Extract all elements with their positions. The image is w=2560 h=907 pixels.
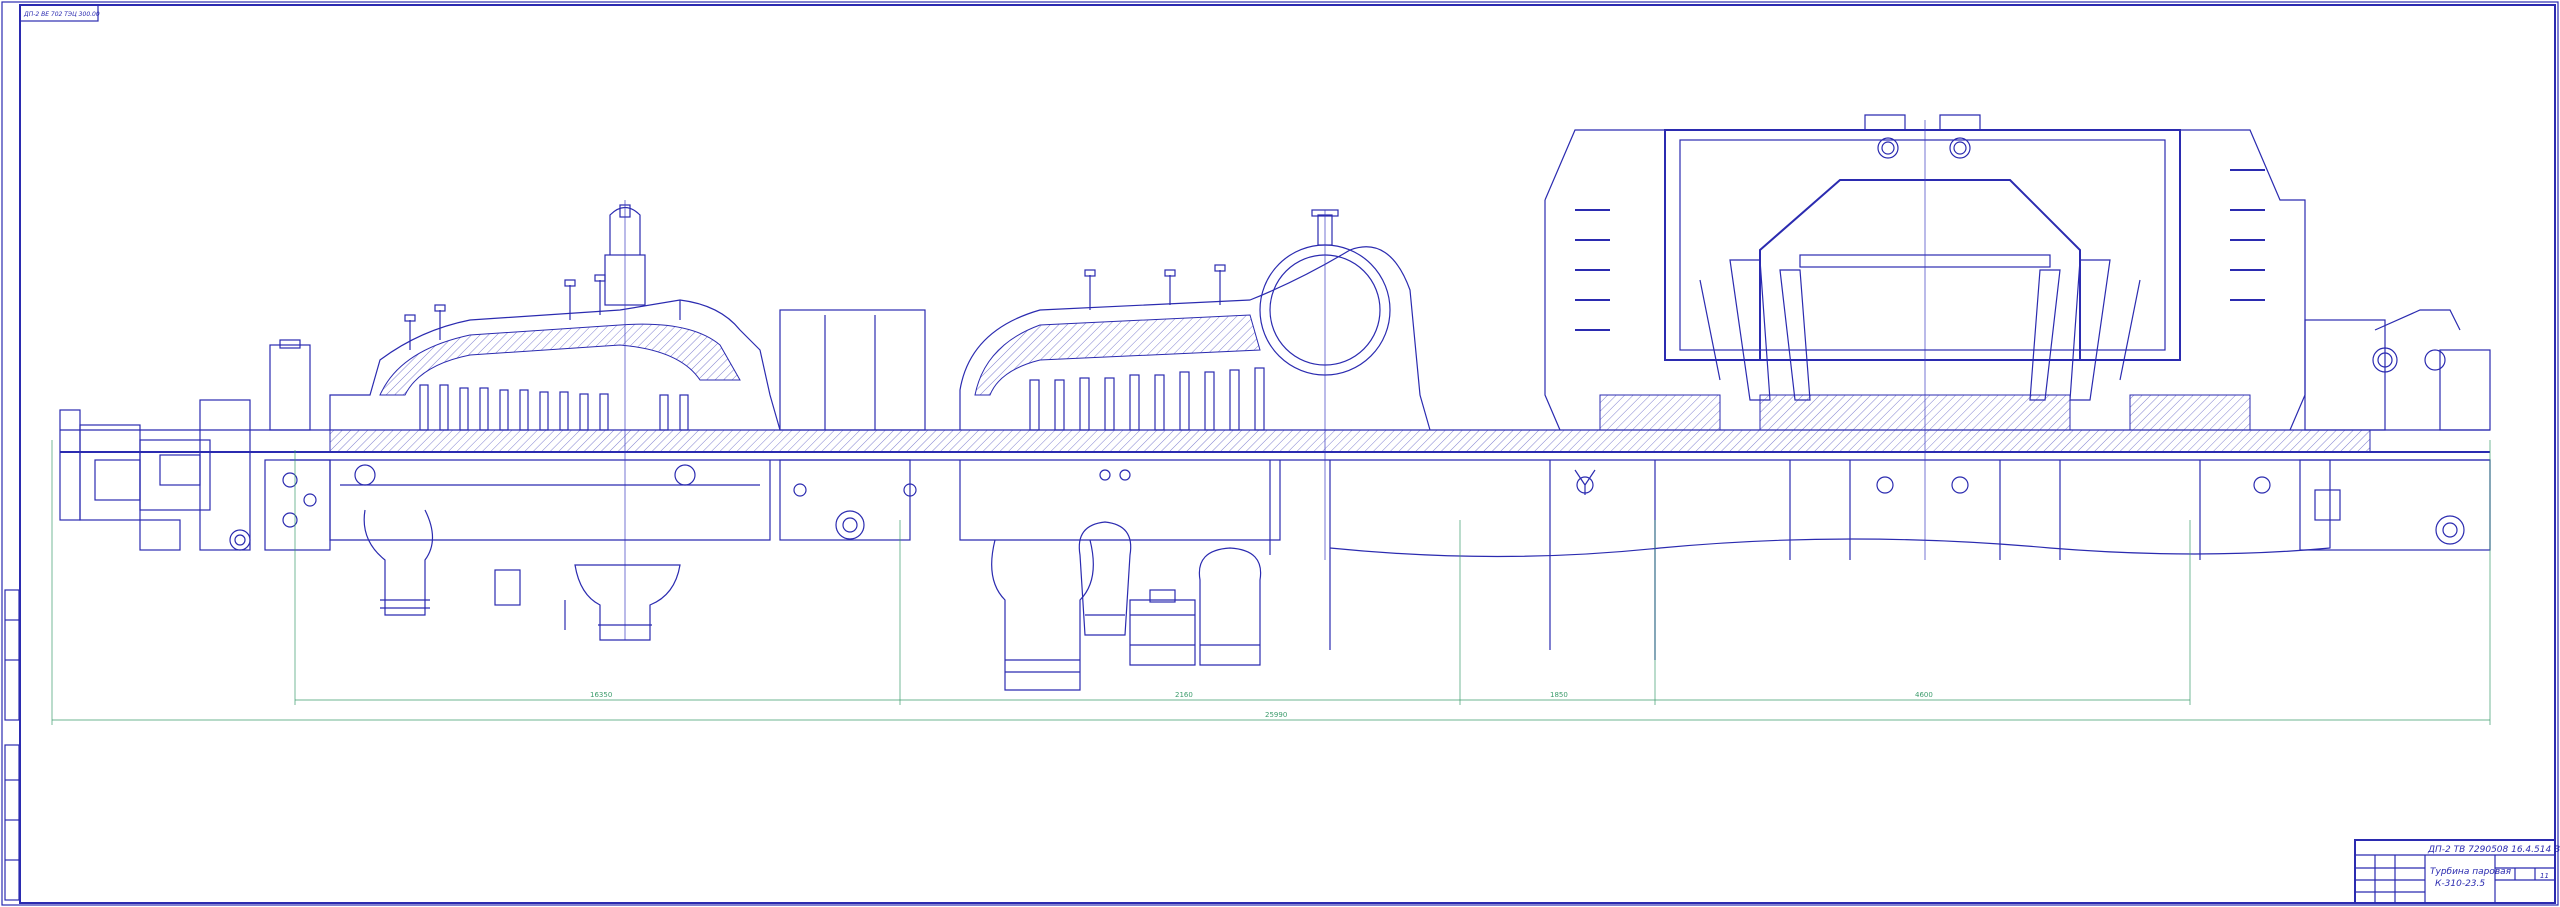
ip-blading bbox=[1029, 367, 1265, 431]
front-bearing-block bbox=[59, 339, 331, 551]
lp-ribs bbox=[1575, 169, 2265, 331]
title-name-line2: К-310-23.5 bbox=[2435, 879, 2485, 889]
dimension-lines: 16350 2160 1850 4600 25990 bbox=[51, 440, 2491, 725]
dimension-total: 25990 bbox=[1265, 711, 1287, 719]
title-designation: ДП-2 ТВ 7290508 16.4.514 ВЭ 07 bbox=[2427, 845, 2560, 855]
middle-bearing-block bbox=[779, 309, 926, 541]
top-stamp: ДП-2 ВЕ 702 ТЭЦ 300.00 bbox=[19, 4, 100, 22]
dimension-d3: 1850 bbox=[1550, 691, 1568, 699]
lp-supports bbox=[1574, 460, 2271, 560]
rotor-shaft bbox=[60, 429, 2490, 453]
title-block: ДП-2 ТВ 7290508 16.4.514 ВЭ 07 Турбина п… bbox=[2354, 839, 2560, 904]
lp-cylinder bbox=[1544, 114, 2306, 560]
top-stamp-text: ДП-2 ВЕ 702 ТЭЦ 300.00 bbox=[23, 11, 100, 18]
dimension-d1: 16350 bbox=[590, 691, 612, 699]
sheet-frame bbox=[1, 1, 2559, 906]
hp-cylinder bbox=[329, 200, 781, 641]
title-sheet-count: 11 bbox=[2540, 872, 2549, 880]
dimension-d4: 4600 bbox=[1915, 691, 1933, 699]
title-name-line1: Турбина паровая bbox=[2430, 867, 2512, 877]
foundation bbox=[290, 459, 2490, 660]
dimension-d2: 2160 bbox=[1175, 691, 1193, 699]
hp-blading bbox=[419, 384, 689, 431]
turbine-assembly-drawing: ДП-2 ВЕ 702 ТЭЦ 300.00 16350 2160 1850 4… bbox=[1, 1, 2560, 906]
